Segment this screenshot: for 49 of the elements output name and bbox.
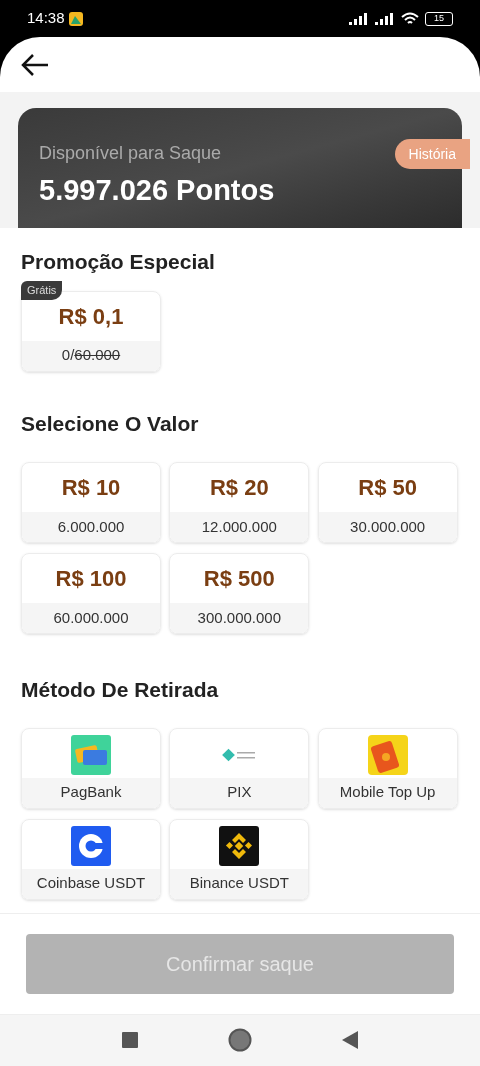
section-title: Promoção Especial	[21, 249, 216, 275]
wifi-icon	[401, 11, 419, 26]
signal-icon	[349, 12, 369, 25]
option-card[interactable]: R$ 20 12.000.000	[169, 462, 310, 543]
section-title: Método De Retirada	[21, 677, 220, 703]
method-label: PIX	[227, 782, 252, 803]
option-card[interactable]: R$ 500 300.000.000	[169, 553, 310, 634]
pix-logo-icon	[222, 748, 257, 762]
coin-c-icon	[71, 826, 111, 866]
promo-value: R$ 0,1	[58, 302, 124, 331]
amount-value: R$ 20	[209, 474, 269, 502]
option-card[interactable]: R$ 50 30.000.000	[317, 462, 458, 543]
method-label: Binance USDT	[189, 873, 289, 894]
phone-icon	[367, 735, 408, 775]
signal-icon	[375, 12, 395, 25]
back-icon[interactable]	[342, 1031, 358, 1050]
battery-icon: 15	[425, 11, 453, 26]
amount-value: R$ 100	[55, 565, 127, 593]
home-icon[interactable]	[228, 1028, 252, 1053]
method-label: Mobile Top Up	[339, 782, 436, 803]
claimed-count: 0/	[61, 345, 75, 366]
balance-label: Disponível para Saque	[39, 142, 222, 165]
cards-icon	[71, 735, 111, 775]
method-label: PagBank	[60, 782, 122, 803]
method-label: Coinbase USDT	[36, 873, 146, 894]
back-arrow-icon[interactable]	[20, 52, 50, 77]
points-cost: 300.000.000	[197, 607, 282, 628]
points-cost: 6.000.000	[57, 516, 125, 537]
points-cost: 60.000.000	[53, 607, 129, 628]
free-badge: Grátis	[21, 280, 63, 300]
amount-value: R$ 500	[203, 565, 275, 593]
amount-value: R$ 50	[358, 474, 417, 502]
points-cost: 12.000.000	[201, 516, 277, 537]
amount-value: R$ 10	[61, 474, 121, 502]
option-card[interactable]: PagBank	[21, 727, 161, 809]
diamond-pattern-icon	[219, 826, 260, 866]
section-title: Selecione O Valor	[21, 410, 200, 437]
clock: 14:38	[27, 8, 65, 29]
option-card[interactable]: R$ 10 6.000.000	[21, 462, 161, 543]
limit-count: 60.000	[74, 345, 121, 366]
option-card[interactable]: R$ 100 60.000.000	[21, 553, 161, 634]
option-card[interactable]: Mobile Top Up	[317, 727, 458, 809]
points-cost: 30.000.000	[350, 516, 426, 537]
app-notification-icon	[68, 11, 83, 26]
option-card[interactable]: Binance USDT	[169, 818, 310, 900]
option-card[interactable]: Coinbase USDT	[21, 818, 161, 900]
recents-icon[interactable]	[122, 1032, 138, 1049]
balance-amount: 5.997.026 Pontos	[39, 173, 276, 208]
option-card[interactable]: PIX	[169, 727, 310, 809]
